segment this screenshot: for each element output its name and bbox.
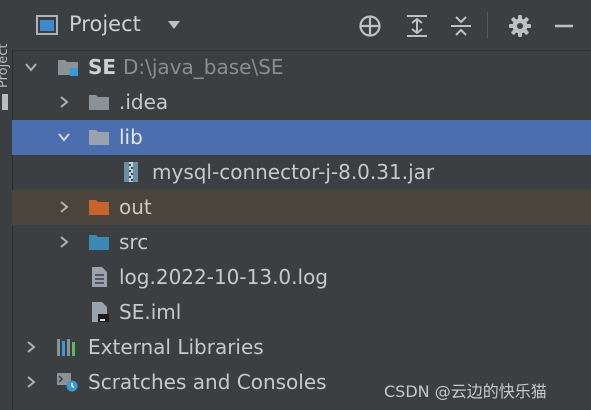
locate-crosshair-icon[interactable] bbox=[357, 13, 383, 39]
source-folder-icon bbox=[89, 235, 109, 250]
file-name-log: log.2022-10-13.0.log bbox=[119, 265, 329, 289]
folder-name-idea: .idea bbox=[119, 90, 169, 114]
project-panel-header: Project bbox=[12, 0, 591, 51]
tree-row-lib[interactable]: lib bbox=[12, 120, 591, 155]
header-separator bbox=[487, 12, 488, 38]
file-name-jar: mysql-connector-j-8.0.31.jar bbox=[152, 160, 435, 184]
scratches-label: Scratches and Consoles bbox=[88, 370, 327, 394]
watermark-text: CSDN @云边的快乐猫 bbox=[384, 382, 547, 401]
excluded-folder-icon bbox=[89, 200, 109, 215]
tree-row-out[interactable]: out bbox=[12, 190, 591, 225]
chevron-right-icon[interactable] bbox=[57, 95, 71, 109]
collapse-all-icon[interactable] bbox=[448, 13, 474, 39]
tree-row-root[interactable]: SE D:\java_base\SE bbox=[12, 50, 591, 85]
module-file-icon bbox=[92, 302, 109, 322]
expand-all-icon[interactable] bbox=[404, 13, 430, 39]
tree-row-idea[interactable]: .idea bbox=[12, 85, 591, 120]
chevron-right-icon[interactable] bbox=[24, 340, 38, 354]
side-tab-marker bbox=[2, 94, 8, 110]
scratches-icon bbox=[57, 373, 78, 392]
project-side-tab[interactable]: Project bbox=[0, 28, 11, 88]
module-folder-icon bbox=[58, 60, 78, 76]
hide-minimize-icon[interactable] bbox=[551, 13, 577, 39]
tree-row-log[interactable]: log.2022-10-13.0.log bbox=[12, 260, 591, 295]
chevron-right-icon[interactable] bbox=[57, 235, 71, 249]
tree-row-external-libraries[interactable]: External Libraries bbox=[12, 330, 591, 365]
root-module-name: SE bbox=[88, 55, 117, 79]
chevron-down-icon[interactable] bbox=[57, 130, 71, 144]
tree-row-src[interactable]: src bbox=[12, 225, 591, 260]
chevron-right-icon[interactable] bbox=[24, 375, 38, 389]
chevron-right-icon[interactable] bbox=[57, 200, 71, 214]
text-file-icon bbox=[92, 267, 107, 287]
file-name-iml: SE.iml bbox=[119, 300, 182, 324]
folder-name-out: out bbox=[119, 195, 152, 219]
tree-row-iml[interactable]: SE.iml bbox=[12, 295, 591, 330]
folder-name-src: src bbox=[119, 230, 149, 254]
root-module-path: D:\java_base\SE bbox=[123, 55, 284, 79]
chevron-down-icon[interactable] bbox=[167, 20, 181, 30]
gear-icon[interactable] bbox=[507, 13, 533, 39]
external-libraries-label: External Libraries bbox=[88, 335, 264, 359]
libraries-icon bbox=[57, 339, 75, 356]
folder-name-lib: lib bbox=[119, 125, 143, 149]
jar-archive-icon bbox=[124, 162, 138, 182]
panel-title[interactable]: Project bbox=[69, 12, 141, 36]
folder-icon bbox=[89, 95, 109, 110]
folder-icon bbox=[89, 130, 109, 145]
project-window-icon bbox=[36, 15, 58, 35]
chevron-down-icon[interactable] bbox=[24, 60, 38, 74]
tree-row-jar[interactable]: mysql-connector-j-8.0.31.jar bbox=[12, 155, 591, 190]
